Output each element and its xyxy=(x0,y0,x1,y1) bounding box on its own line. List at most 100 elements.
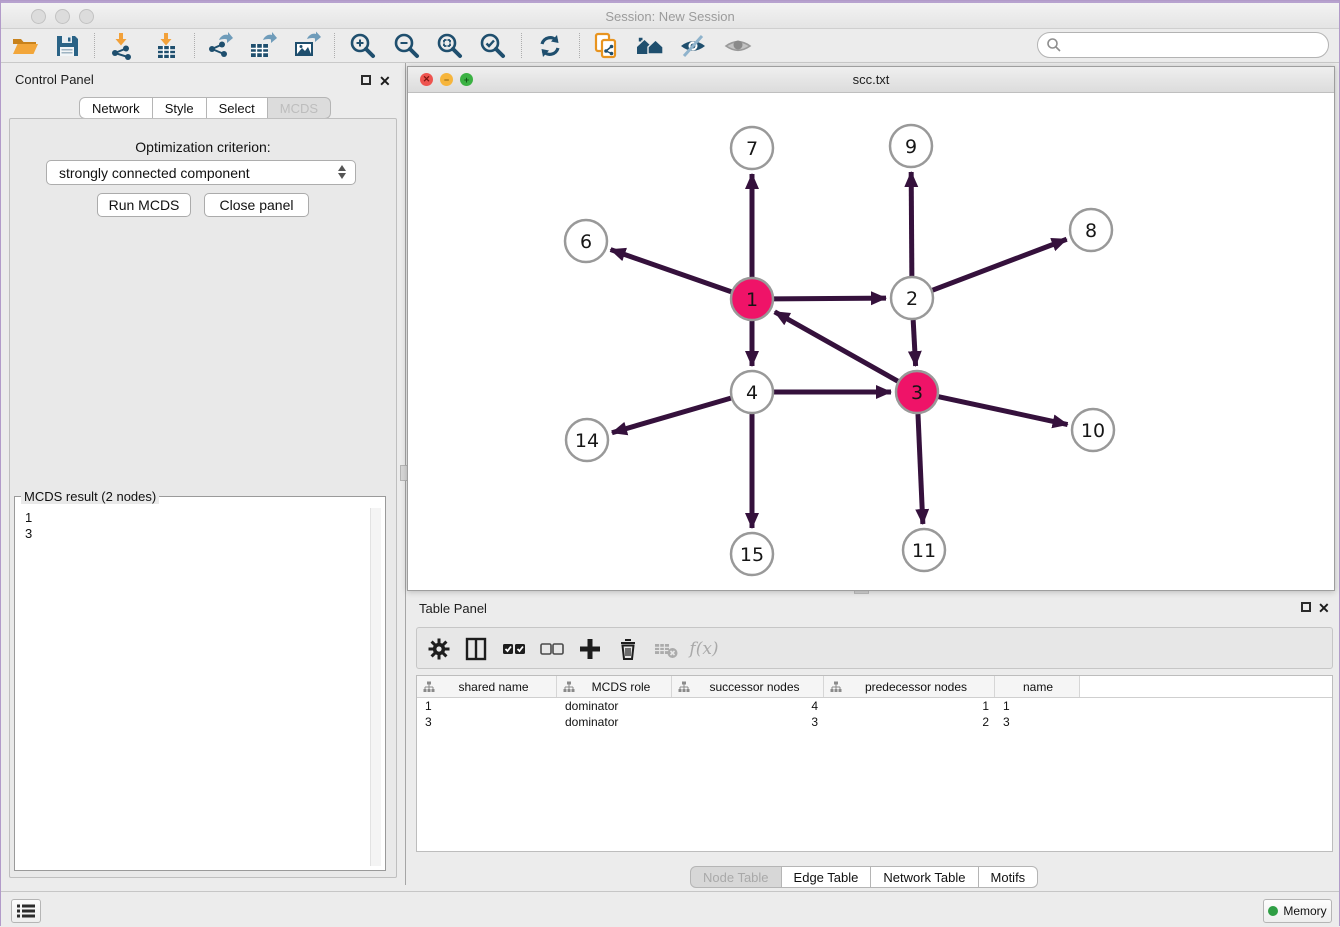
cell-predecessor-nodes[interactable]: 2 xyxy=(824,714,995,730)
select-stepper-icon xyxy=(338,165,346,179)
zoom-fit-icon[interactable] xyxy=(432,30,468,62)
optimization-criterion-label: Optimization criterion: xyxy=(10,139,396,155)
graph-node-1[interactable]: 1 xyxy=(731,278,773,320)
result-scrollbar[interactable] xyxy=(370,508,381,866)
svg-text:7: 7 xyxy=(746,138,758,160)
svg-text:10: 10 xyxy=(1081,420,1105,442)
cyndex-icon[interactable] xyxy=(588,30,624,62)
graph-node-10[interactable]: 10 xyxy=(1072,409,1114,451)
table-panel-close-icon[interactable]: ✕ xyxy=(1318,603,1330,613)
mcds-result-title: MCDS result (2 nodes) xyxy=(21,489,159,504)
zoom-out-icon[interactable] xyxy=(389,30,425,62)
show-eye-icon[interactable] xyxy=(720,30,756,62)
import-network-icon[interactable] xyxy=(103,30,139,62)
search-field[interactable] xyxy=(1037,32,1329,58)
control-panel-tabs: Network Style Select MCDS xyxy=(79,97,331,119)
search-icon xyxy=(1046,37,1062,53)
cell-successor-nodes[interactable]: 3 xyxy=(672,714,824,730)
criterion-select[interactable]: strongly connected component xyxy=(46,160,356,185)
control-panel-float-icon[interactable] xyxy=(361,75,371,85)
export-network-icon[interactable] xyxy=(201,30,237,62)
export-image-icon[interactable] xyxy=(288,30,324,62)
column-header-mcds-role[interactable]: MCDS role xyxy=(557,676,672,697)
cell-mcds-role[interactable]: dominator xyxy=(557,714,672,730)
zoom-in-icon[interactable] xyxy=(345,30,381,62)
tab-motifs[interactable]: Motifs xyxy=(979,866,1039,888)
export-table-icon[interactable] xyxy=(244,30,280,62)
column-header-successor-nodes[interactable]: successor nodes xyxy=(672,676,824,697)
column-header-name[interactable]: name xyxy=(995,676,1080,697)
table-panel-float-icon[interactable] xyxy=(1301,602,1311,612)
cell-name[interactable]: 3 xyxy=(995,714,1080,730)
tab-edge-table[interactable]: Edge Table xyxy=(782,866,872,888)
graph-node-2[interactable]: 2 xyxy=(891,277,933,319)
column-header-predecessor-nodes[interactable]: predecessor nodes xyxy=(824,676,995,697)
zoom-selected-icon[interactable] xyxy=(475,30,511,62)
control-panel-close-icon[interactable]: ✕ xyxy=(379,76,391,86)
svg-text:11: 11 xyxy=(912,540,936,562)
svg-text:9: 9 xyxy=(905,136,917,158)
search-input[interactable] xyxy=(1062,38,1328,53)
tab-select[interactable]: Select xyxy=(207,97,268,119)
network-view-window: ✕ − + scc.txt 7 9 6 8 1 2 4 3 14 10 15 11 xyxy=(407,66,1335,591)
delete-column-icon[interactable] xyxy=(612,633,644,665)
graph-node-9[interactable]: 9 xyxy=(890,125,932,167)
tab-network[interactable]: Network xyxy=(79,97,153,119)
deselect-all-columns-icon[interactable] xyxy=(536,633,568,665)
cell-name[interactable]: 1 xyxy=(995,698,1080,714)
cell-successor-nodes[interactable]: 4 xyxy=(672,698,824,714)
graph-node-6[interactable]: 6 xyxy=(565,220,607,262)
table-row[interactable]: 3 dominator 3 2 3 xyxy=(417,714,1332,730)
hide-eye-icon[interactable] xyxy=(675,30,711,62)
graph-edge-4-14[interactable] xyxy=(612,398,731,433)
graph-edge-2-3[interactable] xyxy=(913,320,915,366)
cell-shared-name[interactable]: 1 xyxy=(417,698,557,714)
memory-button[interactable]: Memory xyxy=(1263,899,1332,923)
open-file-icon[interactable] xyxy=(7,30,43,62)
column-type-icon xyxy=(423,681,435,693)
delete-table-icon[interactable] xyxy=(650,633,682,665)
graph-edge-1-6[interactable] xyxy=(611,250,732,292)
function-builder-icon[interactable]: f(x) xyxy=(688,633,720,665)
graph-node-11[interactable]: 11 xyxy=(903,529,945,571)
column-header-shared-name[interactable]: shared name xyxy=(417,676,557,697)
graph-edge-3-10[interactable] xyxy=(939,397,1068,425)
tab-node-table[interactable]: Node Table xyxy=(690,866,782,888)
result-line: 3 xyxy=(25,526,383,542)
tab-network-table[interactable]: Network Table xyxy=(871,866,978,888)
cell-mcds-role[interactable]: dominator xyxy=(557,698,672,714)
graph-node-15[interactable]: 15 xyxy=(731,533,773,575)
graph-node-14[interactable]: 14 xyxy=(566,419,608,461)
application-window: Session: New Session xyxy=(0,0,1340,926)
graph-edge-2-9[interactable] xyxy=(911,172,912,276)
graph-node-3[interactable]: 3 xyxy=(896,371,938,413)
network-window-titlebar[interactable]: ✕ − + scc.txt xyxy=(408,67,1334,93)
cell-predecessor-nodes[interactable]: 1 xyxy=(824,698,995,714)
close-panel-button[interactable]: Close panel xyxy=(204,193,309,217)
graph-edge-1-2[interactable] xyxy=(774,298,886,299)
graph-edge-2-8[interactable] xyxy=(933,239,1067,290)
refresh-layout-icon[interactable] xyxy=(532,30,568,62)
table-settings-gear-icon[interactable] xyxy=(423,633,455,665)
graph-node-8[interactable]: 8 xyxy=(1070,209,1112,251)
tab-style[interactable]: Style xyxy=(153,97,207,119)
mcds-result-text[interactable]: 1 3 xyxy=(17,506,383,868)
table-row[interactable]: 1 dominator 4 1 1 xyxy=(417,698,1332,714)
tab-mcds[interactable]: MCDS xyxy=(268,97,331,119)
column-layout-icon[interactable] xyxy=(460,633,492,665)
cell-shared-name[interactable]: 3 xyxy=(417,714,557,730)
select-all-columns-icon[interactable] xyxy=(498,633,530,665)
graph-node-7[interactable]: 7 xyxy=(731,127,773,169)
network-home-icon[interactable] xyxy=(632,30,668,62)
graph-edge-3-11[interactable] xyxy=(918,414,923,524)
save-session-icon[interactable] xyxy=(49,30,85,62)
import-table-icon[interactable] xyxy=(148,30,184,62)
graph-node-4[interactable]: 4 xyxy=(731,371,773,413)
window-titlebar: Session: New Session xyxy=(1,1,1339,29)
graph-edge-3-1[interactable] xyxy=(775,312,898,381)
network-graph[interactable]: 7 9 6 8 1 2 4 3 14 10 15 11 xyxy=(408,93,1334,590)
column-type-icon xyxy=(678,681,690,693)
show-panels-list-icon[interactable] xyxy=(11,899,41,923)
add-column-icon[interactable] xyxy=(574,633,606,665)
run-mcds-button[interactable]: Run MCDS xyxy=(97,193,191,217)
